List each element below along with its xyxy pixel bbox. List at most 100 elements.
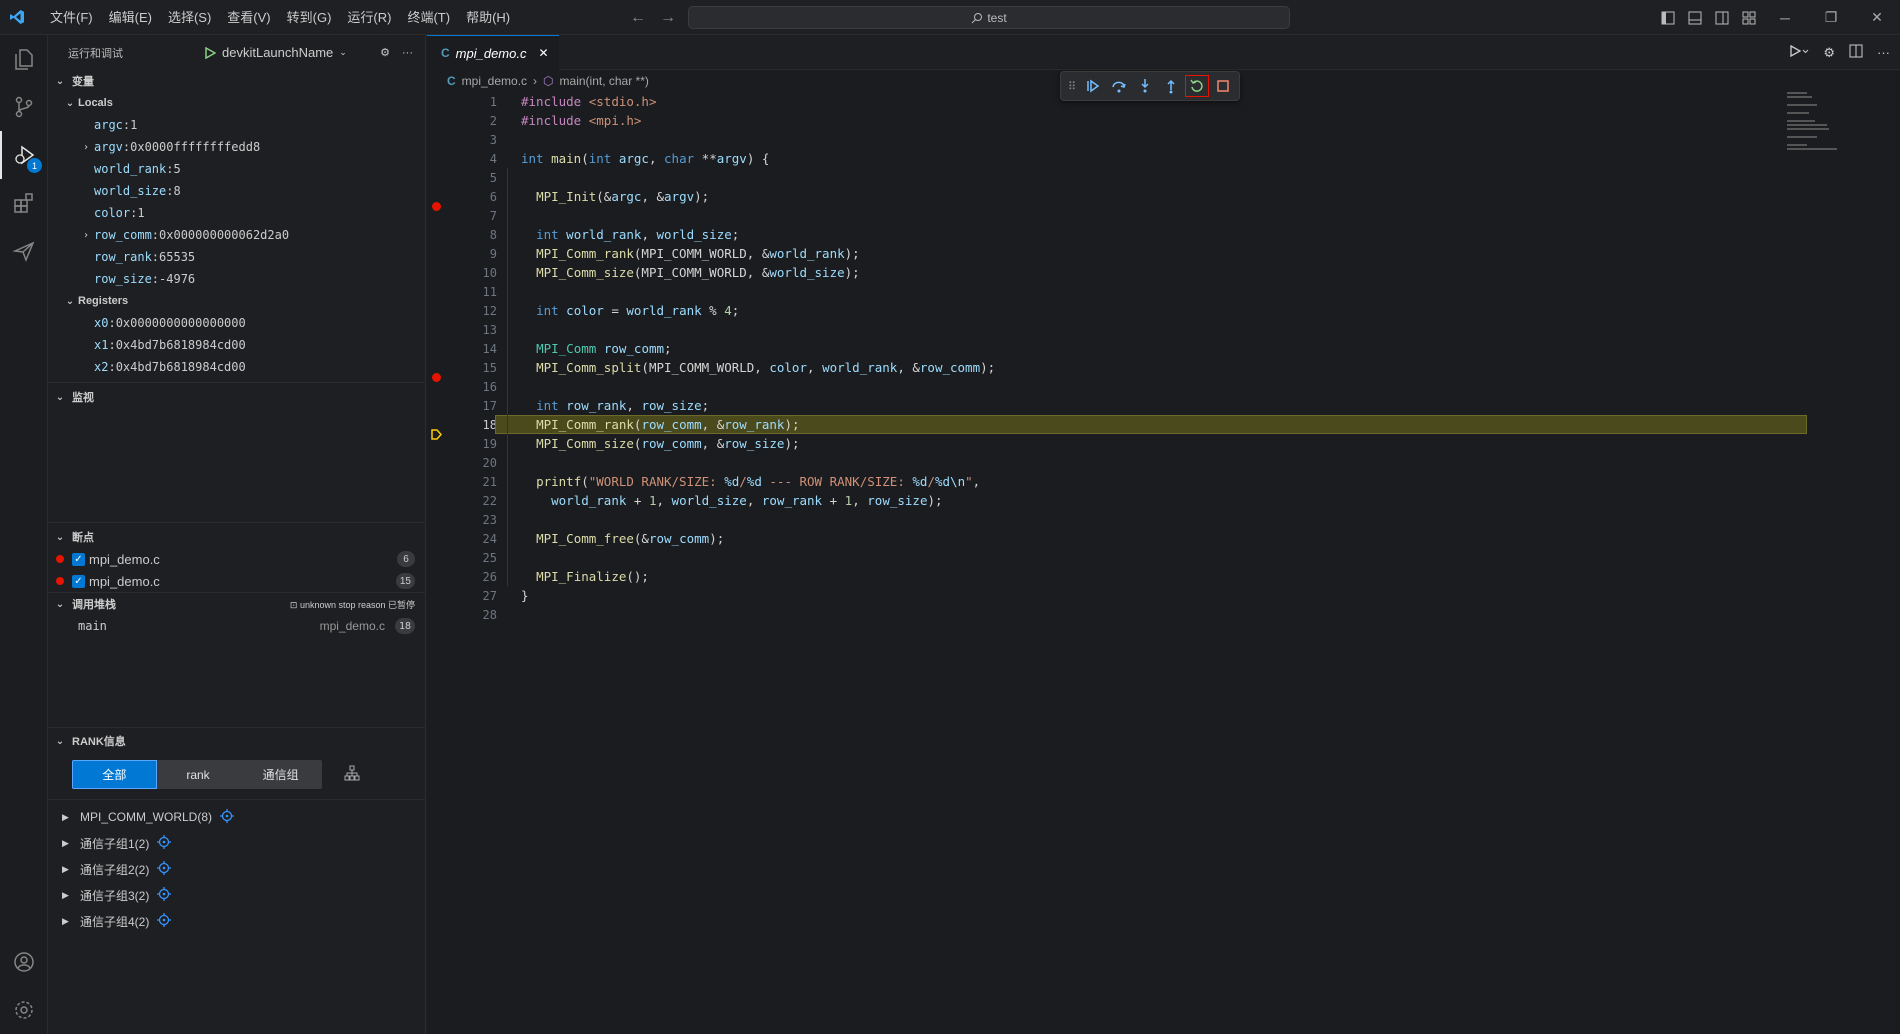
code-line[interactable]: 5 [427,168,1787,187]
code-line[interactable]: 12 int color = world_rank % 4; [427,301,1787,320]
toggle-primary-sidebar-icon[interactable] [1654,0,1681,35]
hierarchy-icon[interactable] [344,765,360,784]
forward-arrow-icon[interactable]: → [660,9,676,27]
more-actions-icon[interactable]: ··· [402,47,413,59]
target-locate-icon[interactable] [157,912,172,930]
rank-group-item[interactable]: ▶ MPI_COMM_WORLD(8) [48,804,425,830]
start-debug-icon[interactable] [204,46,216,59]
breakpoint-item[interactable]: ✓ mpi_demo.c 6 [48,548,425,570]
run-debug-dropdown-icon[interactable] [1789,44,1809,61]
code-line[interactable]: 9 MPI_Comm_rank(MPI_COMM_WORLD, &world_r… [427,244,1787,263]
minimize-icon[interactable]: ─ [1762,0,1808,35]
locals-scope[interactable]: ⌄ Locals [48,92,425,114]
variables-header[interactable]: ⌄ 变量 [48,70,425,92]
code-editor[interactable]: 1 #include <stdio.h> 2 #include <mpi.h> 3 4 in… [427,92,1807,624]
send-plane-icon[interactable] [0,227,48,275]
code-line[interactable]: 26 MPI_Finalize(); [427,567,1787,586]
back-arrow-icon[interactable]: ← [630,9,646,27]
menu-view[interactable]: 查看(V) [219,0,278,35]
run-and-debug-icon[interactable]: 1 [0,131,48,179]
menu-selection[interactable]: 选择(S) [160,0,219,35]
source-control-icon[interactable] [0,83,48,131]
registers-scope[interactable]: ⌄ Registers [48,290,425,312]
rank-group-item[interactable]: ▶ 通信子组3(2) [48,882,425,908]
account-icon[interactable] [0,938,48,986]
code-line[interactable]: 16 [427,377,1787,396]
menu-terminal[interactable]: 终端(T) [399,0,458,35]
manage-gear-icon[interactable] [0,986,48,1034]
target-locate-icon[interactable] [220,808,235,826]
triangle-right-icon[interactable]: ▶ [62,890,72,901]
watch-header[interactable]: ⌄ 监视 [48,386,425,408]
rank-header[interactable]: ⌄ RANK信息 [48,730,425,752]
code-line[interactable]: 13 [427,320,1787,339]
code-line[interactable]: 23 [427,510,1787,529]
code-line[interactable]: 25 [427,548,1787,567]
breadcrumb-file[interactable]: mpi_demo.c [462,74,527,88]
breadcrumb-symbol[interactable]: main(int, char **) [560,74,649,88]
code-line[interactable]: 24 MPI_Comm_free(&row_comm); [427,529,1787,548]
code-line[interactable]: 3 [427,130,1787,149]
breakpoint-checkbox[interactable]: ✓ [72,574,85,588]
code-line[interactable]: 2 #include <mpi.h> [427,111,1787,130]
customize-layout-icon[interactable] [1735,0,1762,35]
variable-row[interactable]: row_size: -4976 [48,268,425,290]
variable-row[interactable]: › argv: 0x0000ffffffffedd8 [48,136,425,158]
gear-icon[interactable]: ⚙ [380,46,390,59]
code-line[interactable]: 15 MPI_Comm_split(MPI_COMM_WORLD, color,… [427,358,1787,382]
editor-tab-mpi-demo[interactable]: C mpi_demo.c ✕ [427,35,559,70]
menu-run[interactable]: 运行(R) [339,0,399,35]
explorer-icon[interactable] [0,35,48,83]
close-tab-icon[interactable]: ✕ [538,46,548,60]
rank-group-item[interactable]: ▶ 通信子组4(2) [48,908,425,934]
triangle-right-icon[interactable]: ▶ [62,864,72,875]
toggle-secondary-sidebar-icon[interactable] [1708,0,1735,35]
variable-row[interactable]: color: 1 [48,202,425,224]
code-line[interactable]: 17 int row_rank, row_size; [427,396,1787,415]
code-line[interactable]: 21 printf("WORLD RANK/SIZE: %d/%d --- RO… [427,472,1787,491]
variable-row[interactable]: › row_comm: 0x000000000062d2a0 [48,224,425,246]
rank-tab-comm-group[interactable]: 通信组 [239,760,322,789]
code-line[interactable]: 11 [427,282,1787,301]
code-line[interactable]: 6 MPI_Init(&argc, &argv); [427,187,1787,211]
callstack-header[interactable]: ⌄ 调用堆栈 ⊡ unknown stop reason 已暂停 [48,593,425,615]
menu-go[interactable]: 转到(G) [279,0,340,35]
split-editor-icon[interactable] [1849,44,1863,61]
rank-group-item[interactable]: ▶ 通信子组1(2) [48,830,425,856]
code-line[interactable]: 19 MPI_Comm_size(row_comm, &row_size); [427,434,1787,453]
code-line[interactable]: 20 [427,453,1787,472]
restore-icon[interactable]: ❐ [1808,0,1854,35]
rank-tab-rank[interactable]: rank [157,760,240,789]
register-row[interactable]: x0: 0x0000000000000000 [48,312,425,334]
triangle-right-icon[interactable]: ▶ [62,838,72,849]
code-line[interactable]: 14 MPI_Comm row_comm; [427,339,1787,358]
code-line[interactable]: 7 [427,206,1787,225]
breakpoint-item[interactable]: ✓ mpi_demo.c 15 [48,570,425,592]
rank-group-item[interactable]: ▶ 通信子组2(2) [48,856,425,882]
code-line[interactable]: 27} [427,586,1787,605]
rank-tab-all[interactable]: 全部 [72,760,157,789]
target-locate-icon[interactable] [157,860,172,878]
triangle-right-icon[interactable]: ▶ [62,916,72,927]
breakpoints-header[interactable]: ⌄ 断点 [48,526,425,548]
code-line[interactable]: 4 int main(int argc, char **argv) { [427,149,1787,168]
variable-row[interactable]: row_rank: 65535 [48,246,425,268]
target-locate-icon[interactable] [157,834,172,852]
register-row[interactable]: x2: 0x4bd7b6818984cd00 [48,356,425,378]
variable-row[interactable]: argc: 1 [48,114,425,136]
breakpoint-checkbox[interactable]: ✓ [72,552,85,566]
menu-file[interactable]: 文件(F) [42,0,101,35]
menu-edit[interactable]: 编辑(E) [101,0,160,35]
code-line[interactable]: 18 MPI_Comm_rank(row_comm, &row_rank); [427,415,1807,440]
command-center-search[interactable]: test [688,6,1290,29]
more-actions-icon[interactable]: ··· [1877,45,1890,60]
code-line[interactable]: 10 MPI_Comm_size(MPI_COMM_WORLD, &world_… [427,263,1787,282]
variable-row[interactable]: world_size: 8 [48,180,425,202]
code-line[interactable]: 22 world_rank + 1, world_size, row_rank … [427,491,1787,510]
toggle-panel-icon[interactable] [1681,0,1708,35]
register-row[interactable]: x1: 0x4bd7b6818984cd00 [48,334,425,356]
close-icon[interactable]: ✕ [1854,0,1900,35]
code-line[interactable]: 8 int world_rank, world_size; [427,225,1787,244]
target-locate-icon[interactable] [157,886,172,904]
minimap[interactable] [1787,92,1887,152]
